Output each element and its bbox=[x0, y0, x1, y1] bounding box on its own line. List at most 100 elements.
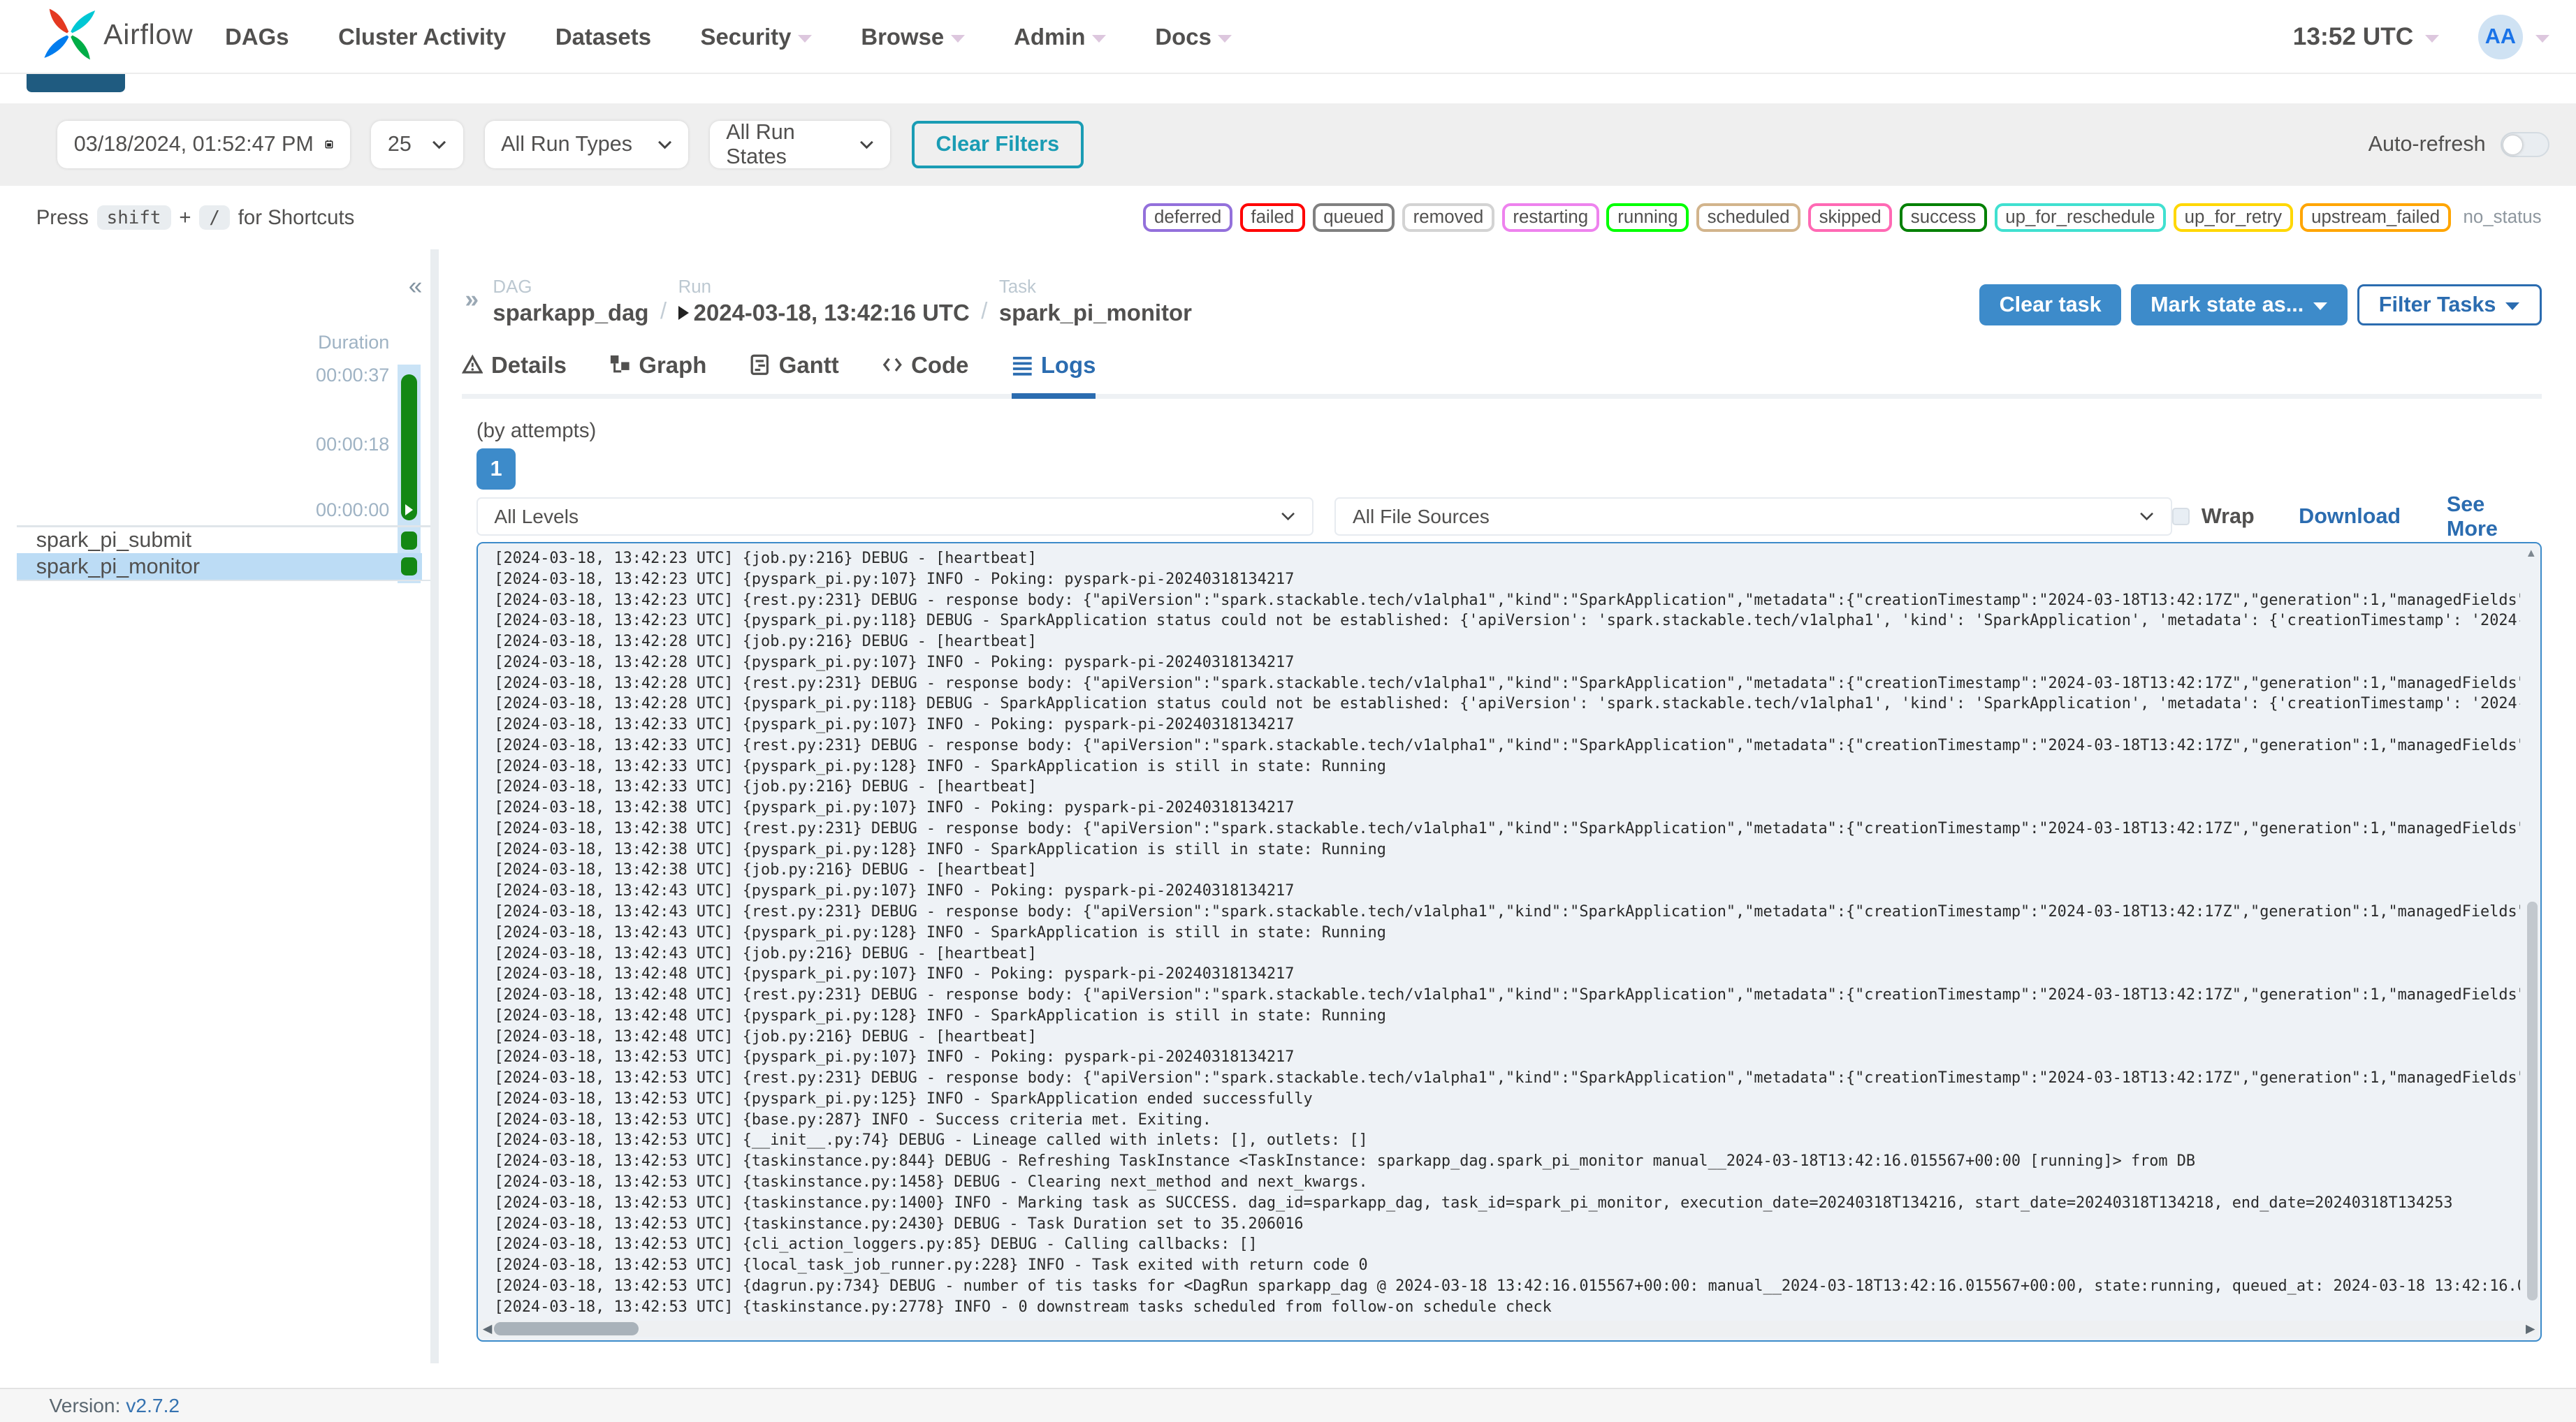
airflow-grid-page: { "navbar": { "brand": "Airflow", "items… bbox=[0, 0, 2576, 1422]
state-badge[interactable]: running bbox=[1606, 203, 1689, 232]
state-badge[interactable]: restarting bbox=[1501, 203, 1599, 232]
scroll-up-arrow-icon[interactable]: ▲ bbox=[2526, 547, 2537, 560]
log-line: [2024-03-18, 13:42:48 UTC] {pyspark_pi.p… bbox=[494, 965, 1295, 983]
state-legend: deferred failed queued removed restartin… bbox=[1143, 203, 2542, 232]
wrap-label: Wrap bbox=[2201, 504, 2255, 528]
chevron-down-icon bbox=[432, 140, 446, 149]
task-row-spark-pi-submit[interactable]: spark_pi_submit bbox=[17, 527, 423, 554]
scroll-left-arrow-icon[interactable]: ◀ bbox=[483, 1321, 493, 1337]
chevron-down-icon bbox=[2140, 513, 2153, 521]
vertical-scrollbar-thumb[interactable] bbox=[2526, 901, 2538, 1300]
log-line: [2024-03-18, 13:42:53 UTC] {taskinstance… bbox=[494, 1173, 1368, 1191]
filter-tasks-button[interactable]: Filter Tasks bbox=[2357, 284, 2542, 325]
scroll-right-arrow-icon[interactable]: ▶ bbox=[2526, 1321, 2535, 1337]
state-badge[interactable]: upstream_failed bbox=[2300, 203, 2451, 232]
log-line: [2024-03-18, 13:42:53 UTC] {cli_action_l… bbox=[494, 1236, 1258, 1254]
shift-key: shift bbox=[96, 205, 171, 230]
state-badge[interactable]: queued bbox=[1312, 203, 1395, 232]
brand-name: Airflow bbox=[103, 17, 194, 50]
state-badge[interactable]: success bbox=[1900, 203, 1987, 232]
page-size-select[interactable]: 25 bbox=[371, 120, 464, 168]
tab-gantt[interactable]: Gantt bbox=[749, 346, 839, 399]
tab-details[interactable]: Details bbox=[461, 346, 567, 399]
chevron-down-icon bbox=[2313, 302, 2328, 311]
menu-dags[interactable]: DAGs bbox=[225, 24, 289, 50]
horizontal-scrollbar[interactable]: ◀ ▶ bbox=[479, 1320, 2539, 1337]
menu-security[interactable]: Security bbox=[701, 24, 812, 50]
state-badge[interactable]: up_for_retry bbox=[2173, 203, 2293, 232]
state-badge[interactable]: skipped bbox=[1807, 203, 1893, 232]
play-icon bbox=[405, 504, 413, 516]
horizontal-scrollbar-thumb[interactable] bbox=[494, 1322, 639, 1336]
menu-docs[interactable]: Docs bbox=[1155, 24, 1232, 50]
breadcrumb-separator: / bbox=[660, 298, 667, 324]
breadcrumb-chevrons-icon[interactable]: » bbox=[465, 286, 479, 314]
user-menu[interactable]: AA bbox=[2478, 15, 2550, 59]
log-line: [2024-03-18, 13:42:43 UTC] {pyspark_pi.p… bbox=[494, 923, 1386, 941]
breadcrumb-task[interactable]: Task spark_pi_monitor bbox=[999, 277, 1192, 325]
menu-browse[interactable]: Browse bbox=[861, 24, 965, 50]
avatar[interactable]: AA bbox=[2478, 15, 2523, 59]
menu-datasets[interactable]: Datasets bbox=[555, 24, 651, 50]
file-sources-select[interactable]: All File Sources bbox=[1334, 497, 2172, 536]
log-line: [2024-03-18, 13:42:28 UTC] {job.py:216} … bbox=[494, 633, 1037, 651]
log-line: [2024-03-18, 13:42:53 UTC] {pyspark_pi.p… bbox=[494, 1048, 1295, 1066]
state-badge[interactable]: scheduled bbox=[1696, 203, 1801, 232]
run-states-select[interactable]: All Run States bbox=[709, 120, 891, 168]
duration-axis-label: Duration bbox=[318, 331, 390, 353]
menu-admin[interactable]: Admin bbox=[1014, 24, 1106, 50]
log-line: [2024-03-18, 13:42:53 UTC] {taskinstance… bbox=[494, 1298, 1552, 1316]
state-badge[interactable]: removed bbox=[1402, 203, 1495, 232]
log-toolbar: All Levels All File Sources Wrap Downloa… bbox=[476, 492, 2542, 541]
download-link[interactable]: Download bbox=[2299, 504, 2401, 529]
wrap-checkbox[interactable] bbox=[2171, 507, 2190, 526]
log-line: [2024-03-18, 13:42:33 UTC] {pyspark_pi.p… bbox=[494, 757, 1386, 775]
tab-graph[interactable]: Graph bbox=[609, 346, 706, 399]
auto-refresh-toggle[interactable] bbox=[2500, 132, 2550, 157]
state-badge[interactable]: up_for_reschedule bbox=[1994, 203, 2167, 232]
wrap-control: Wrap bbox=[2171, 504, 2255, 529]
state-badge[interactable]: failed bbox=[1239, 203, 1305, 232]
log-line: [2024-03-18, 13:42:33 UTC] {pyspark_pi.p… bbox=[494, 716, 1295, 734]
breadcrumb-run[interactable]: Run 2024-03-18, 13:42:16 UTC bbox=[678, 277, 970, 325]
tab-code[interactable]: Code bbox=[882, 346, 968, 399]
chevron-down-icon bbox=[950, 34, 965, 43]
see-more-link[interactable]: See More bbox=[2447, 492, 2542, 541]
run-types-select[interactable]: All Run Types bbox=[484, 120, 689, 168]
clear-task-button[interactable]: Clear task bbox=[1979, 284, 2121, 325]
collapse-sidebar-button[interactable]: « bbox=[409, 272, 423, 300]
navbar-right: 13:52 UTC AA bbox=[2293, 0, 2550, 74]
tab-logs[interactable]: Logs bbox=[1011, 346, 1096, 400]
chevron-down-icon bbox=[860, 140, 873, 149]
log-line: [2024-03-18, 13:42:53 UTC] {dagrun.py:73… bbox=[494, 1277, 2521, 1295]
legend-row: Press shift + / for Shortcuts deferred f… bbox=[0, 185, 2576, 250]
clock-dropdown[interactable]: 13:52 UTC bbox=[2293, 23, 2439, 51]
log-line: [2024-03-18, 13:42:28 UTC] {pyspark_pi.p… bbox=[494, 695, 2521, 713]
task-instance-square-submit[interactable] bbox=[400, 531, 418, 550]
breadcrumb-dag[interactable]: DAG sparkapp_dag bbox=[493, 277, 648, 325]
run-duration-bar[interactable] bbox=[400, 374, 418, 521]
log-line: [2024-03-18, 13:42:38 UTC] {rest.py:231}… bbox=[494, 819, 2520, 837]
version-link[interactable]: v2.7.2 bbox=[126, 1394, 180, 1416]
state-badge[interactable]: deferred bbox=[1143, 203, 1233, 232]
log-line: [2024-03-18, 13:42:33 UTC] {job.py:216} … bbox=[494, 778, 1037, 796]
grid-separator bbox=[16, 580, 431, 582]
log-levels-select[interactable]: All Levels bbox=[476, 497, 1314, 536]
clear-filters-button[interactable]: Clear Filters bbox=[911, 120, 1084, 168]
date-filter-value: 03/18/2024, 01:52:47 PM bbox=[73, 132, 314, 156]
task-row-spark-pi-monitor[interactable]: spark_pi_monitor bbox=[16, 553, 423, 580]
attempt-1-button[interactable]: 1 bbox=[476, 448, 516, 490]
state-badge-no-status[interactable]: no_status bbox=[2463, 207, 2541, 228]
airflow-brand[interactable]: Airflow bbox=[43, 6, 193, 62]
log-line: [2024-03-18, 13:42:38 UTC] {job.py:216} … bbox=[494, 861, 1037, 879]
log-line: [2024-03-18, 13:42:43 UTC] {pyspark_pi.p… bbox=[494, 882, 1295, 900]
panel-resize-handle[interactable] bbox=[430, 249, 439, 1363]
mark-state-as-button[interactable]: Mark state as... bbox=[2130, 284, 2348, 325]
version-text: Version: v2.7.2 bbox=[49, 1394, 180, 1417]
log-line: [2024-03-18, 13:42:43 UTC] {job.py:216} … bbox=[494, 944, 1037, 962]
task-instance-square-monitor[interactable] bbox=[400, 557, 418, 576]
duration-tick: 00:00:00 bbox=[316, 499, 390, 520]
menu-cluster-activity[interactable]: Cluster Activity bbox=[338, 24, 506, 50]
date-filter-input[interactable]: 03/18/2024, 01:52:47 PM bbox=[57, 120, 350, 168]
log-line: [2024-03-18, 13:42:38 UTC] {pyspark_pi.p… bbox=[494, 840, 1386, 858]
